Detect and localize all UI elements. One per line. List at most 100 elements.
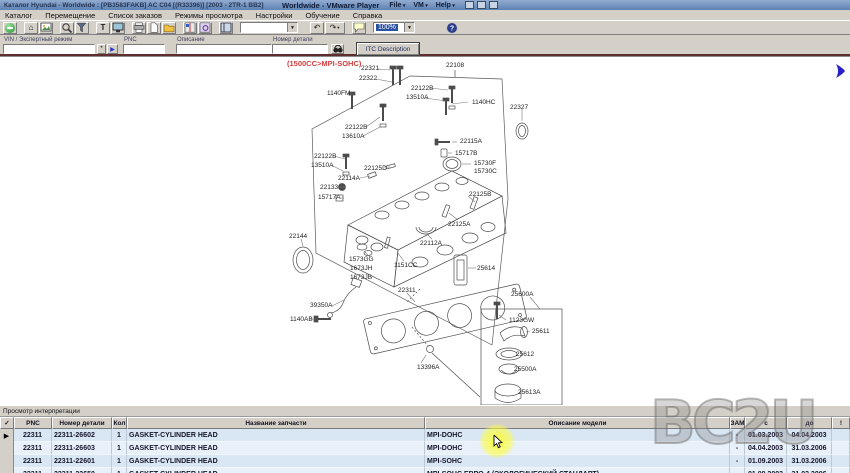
zoom-tool-button[interactable] — [60, 22, 74, 34]
part-label-15717A[interactable]: 15717A — [318, 195, 340, 202]
redo-button[interactable]: ↷▼ — [325, 22, 345, 34]
part-label-22115A[interactable]: 22115A — [460, 139, 482, 146]
printer-icon — [133, 22, 145, 33]
column-header-note[interactable]: ! — [832, 417, 850, 429]
part-label-13510A[interactable]: 13510A — [406, 95, 428, 102]
part-label-1140FM[interactable]: 1140FM — [327, 91, 350, 98]
table-row-0[interactable]: ▶2231122311-266021GASKET-CYLINDER HEADMP… — [0, 429, 850, 442]
part-label-15730C[interactable]: 15730C — [474, 169, 497, 176]
navigation-combobox[interactable]: ▼ — [240, 22, 298, 33]
zoom-combobox[interactable]: 100% ▼ — [373, 22, 415, 33]
part-label-22122B[interactable]: 22122B — [411, 86, 433, 93]
table-row-2[interactable]: 2231122311-226011GASKET-CYLINDER HEADMPI… — [0, 455, 850, 468]
text-view-button[interactable]: T — [96, 22, 110, 34]
vin-input[interactable] — [3, 44, 95, 54]
vin-expand-button[interactable]: * — [97, 44, 106, 54]
column-header-model[interactable]: Описание модели — [425, 417, 730, 429]
vin-go-button[interactable]: ▶ — [107, 44, 118, 54]
vm-device-icon[interactable] — [465, 1, 474, 9]
screen-view-button[interactable] — [111, 22, 125, 34]
part-label-22144[interactable]: 22144 — [289, 234, 307, 241]
part-label-25613A[interactable]: 25613A — [518, 390, 540, 397]
vmware-menu-vm[interactable]: VM — [413, 2, 427, 9]
part-label-1123GW[interactable]: 1123GW — [509, 318, 534, 325]
part-label-13510A[interactable]: 13510A — [311, 163, 333, 170]
part-label-22322[interactable]: 22322 — [359, 76, 377, 83]
part-label-1573GG[interactable]: 1573GG — [349, 257, 374, 264]
home-button[interactable]: ⌂ — [24, 22, 38, 34]
column-header-qty[interactable]: Кол — [112, 417, 127, 429]
part-label-22114A[interactable]: 22114A — [338, 176, 360, 183]
part-label-25500A[interactable]: 25500A — [514, 367, 536, 374]
chevron-down-icon[interactable]: ▼ — [404, 23, 414, 32]
vmware-menu-help[interactable]: Help — [436, 2, 455, 9]
vm-device-icon[interactable] — [477, 1, 486, 9]
vm-device-icon[interactable] — [489, 1, 498, 9]
chevron-down-icon[interactable]: ▼ — [287, 23, 297, 32]
part-label-25612[interactable]: 25612 — [516, 352, 534, 359]
image-view-button[interactable] — [39, 22, 53, 34]
menu-item-2[interactable]: Список заказов — [108, 11, 162, 20]
part-label-22122B[interactable]: 22122B — [314, 154, 336, 161]
part-label-1151CC[interactable]: 1151CC — [394, 263, 417, 270]
part-label-22108[interactable]: 22108 — [446, 63, 464, 70]
itc-description-button[interactable]: ITC Description — [356, 42, 420, 56]
menu-item-4[interactable]: Настройки — [256, 11, 293, 20]
panel-layout-button[interactable] — [219, 22, 233, 34]
pnc-input[interactable] — [123, 44, 165, 54]
part-label-22311[interactable]: 22311 — [398, 288, 416, 295]
column-header-pnc[interactable]: PNC — [14, 417, 52, 429]
description-input[interactable] — [176, 44, 272, 54]
catalog-book-button[interactable] — [183, 22, 197, 34]
help-button[interactable]: ? — [445, 22, 459, 34]
part-label-25614[interactable]: 25614 — [477, 266, 495, 273]
part-number-input[interactable] — [272, 44, 328, 54]
part-label-22112A[interactable]: 22112A — [420, 241, 442, 248]
part-label-22125A[interactable]: 22125A — [448, 222, 470, 229]
back-button[interactable] — [3, 22, 17, 34]
filter-button[interactable] — [75, 22, 89, 34]
column-header-name[interactable]: Название запчасти — [127, 417, 425, 429]
part-label-25600A[interactable]: 25600A — [511, 292, 533, 299]
part-label-39350A[interactable]: 39350A — [310, 303, 332, 310]
column-header-from[interactable]: с — [745, 417, 787, 429]
menu-item-1[interactable]: Перемещение — [45, 11, 95, 20]
find-button[interactable] — [331, 44, 344, 54]
column-header-part[interactable]: Номер детали — [52, 417, 112, 429]
column-header-zam[interactable]: ЗАМ — [730, 417, 745, 429]
part-label-22133[interactable]: 22133 — [320, 185, 338, 192]
part-label-22321[interactable]: 22321 — [361, 66, 379, 73]
diagram-canvas[interactable]: (1500CC>MPI-SOHC) 2232122322221081140FM2… — [0, 56, 850, 405]
part-label-13610A[interactable]: 13610A — [342, 134, 364, 141]
part-label-1673JH[interactable]: 1673JH — [350, 266, 372, 273]
notes-button[interactable] — [352, 22, 366, 34]
part-label-22122B[interactable]: 22122B — [345, 125, 367, 132]
next-page-arrow-icon[interactable] — [834, 63, 846, 79]
print-preview-button[interactable] — [147, 22, 161, 34]
exploded-diagram[interactable] — [0, 57, 850, 406]
part-label-22125D[interactable]: 22125D — [364, 166, 387, 173]
open-folder-button[interactable] — [162, 22, 176, 34]
part-label-22125B[interactable]: 22125B — [469, 192, 491, 199]
print-button[interactable] — [132, 22, 146, 34]
part-label-1140HC[interactable]: 1140HC — [472, 100, 495, 107]
table-row-1[interactable]: 2231122311-266031GASKET-CYLINDER HEADMPI… — [0, 442, 850, 455]
part-label-15717B[interactable]: 15717B — [455, 151, 477, 158]
menu-item-6[interactable]: Справка — [353, 11, 382, 20]
parts-search-book-button[interactable] — [198, 22, 212, 34]
part-label-15730F[interactable]: 15730F — [474, 161, 496, 168]
part-label-25611[interactable]: 25611 — [532, 329, 550, 336]
column-header-sel[interactable]: ✓ — [0, 417, 14, 429]
vmware-menu-file[interactable]: File — [389, 2, 405, 9]
column-header-to[interactable]: до — [787, 417, 832, 429]
menu-item-3[interactable]: Режимы просмотра — [175, 11, 243, 20]
magnifier-icon — [61, 22, 73, 34]
menu-item-0[interactable]: Каталог — [5, 11, 32, 20]
part-label-1673JB[interactable]: 1673JB — [350, 275, 372, 282]
menu-item-5[interactable]: Обучение — [305, 11, 339, 20]
part-label-22327[interactable]: 22327 — [510, 105, 528, 112]
part-label-13396A[interactable]: 13396A — [417, 365, 439, 372]
part-label-1140AB[interactable]: 1140AB — [290, 317, 313, 324]
undo-button[interactable]: ↶ — [310, 22, 324, 34]
table-row-3[interactable]: 2231122311-226501GASKET-CYLINDER HEADMPI… — [0, 468, 850, 473]
